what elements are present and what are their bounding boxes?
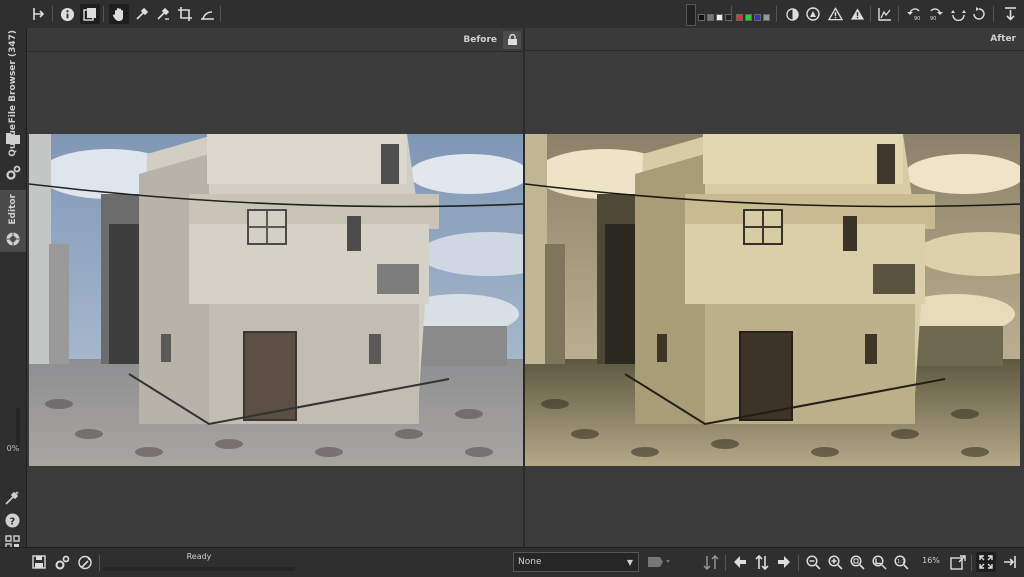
after-header: After [525,28,1024,51]
before-image [29,134,523,466]
preview-area: Before After [27,28,1024,547]
white-balance-picker-icon[interactable] [132,4,152,24]
profile-select-value: None [518,557,542,567]
rotate-right-icon[interactable]: 90 [926,4,946,24]
straighten-icon[interactable] [197,4,217,24]
green-channel-swatch[interactable] [745,14,752,21]
color-managed-icon[interactable] [803,4,823,24]
bg-white-swatch[interactable] [716,14,723,21]
highlight-clipping-icon[interactable] [847,4,867,24]
save-icon[interactable] [30,553,48,571]
gears-icon [5,165,21,184]
before-pane [27,52,523,547]
tab-queue[interactable]: Queue [0,124,26,184]
aperture-icon [6,231,20,250]
queue-add-icon[interactable] [53,553,71,571]
shadow-clipping-icon[interactable] [825,4,845,24]
flip-vertical-icon[interactable] [969,4,989,24]
luminance-swatch[interactable] [763,14,770,21]
info-icon[interactable] [57,4,77,24]
chevron-down-icon: ▼ [626,558,633,567]
color-picker-icon[interactable] [153,4,173,24]
bg-gray-swatch[interactable] [707,14,714,21]
sync-icon[interactable] [753,553,771,571]
histogram-icon[interactable] [875,4,895,24]
progress-percent: 0% [6,444,20,453]
tab-file-browser-label: File Browser (347) [8,30,18,124]
before-header: Before [27,28,523,52]
next-image-icon[interactable] [775,553,793,571]
zoom-fit-crop-icon[interactable] [870,553,888,571]
previous-image-icon[interactable] [731,553,749,571]
zoom-in-icon[interactable] [826,553,844,571]
hand-tool-icon[interactable] [109,4,129,24]
tab-editor-label: Editor [8,194,18,225]
before-label: Before [463,34,497,45]
zoom-fit-icon[interactable] [848,553,866,571]
left-tab-panel: File Browser (347) Queue Editor 0% ? [0,28,27,576]
bottom-toolbar: Ready None ▼ 1:1 16% [0,547,1024,577]
profile-select[interactable]: None ▼ [513,552,639,572]
hide-top-panel-icon[interactable] [1000,4,1020,24]
top-toolbar: 90 90 [0,0,1024,29]
after-label: After [990,34,1016,44]
zoom-level: 16% [922,556,940,565]
after-pane [525,52,1024,547]
svg-text:90: 90 [930,16,936,21]
focus-mask-icon[interactable] [782,4,802,24]
tab-editor[interactable]: Editor [0,190,26,252]
blue-channel-swatch[interactable] [754,14,761,21]
status-progress-bar [103,567,295,571]
compare-split-icon[interactable] [29,4,49,24]
hide-right-panel-icon[interactable] [1001,553,1019,571]
lock-icon[interactable] [503,30,521,49]
preferences-icon[interactable] [5,490,20,509]
bg-black-swatch[interactable] [698,14,705,21]
rotate-left-icon[interactable]: 90 [904,4,924,24]
flip-horizontal-icon[interactable] [948,4,968,24]
crop-icon[interactable] [175,4,195,24]
svg-text:1:1: 1:1 [897,559,905,565]
svg-text:?: ? [10,517,16,528]
edit-external-icon[interactable] [76,553,94,571]
sort-icon[interactable] [702,553,720,571]
after-image [525,134,1020,466]
zoom-out-icon[interactable] [804,553,822,571]
fullscreen-icon[interactable] [976,552,996,572]
status-text: Ready [186,552,212,561]
red-channel-swatch[interactable] [736,14,743,21]
before-after-icon[interactable] [80,4,100,24]
zoom-100-icon[interactable]: 1:1 [892,553,910,571]
indicator-swatch [686,4,696,26]
profile-apply-icon[interactable] [644,553,674,571]
tab-queue-label: Queue [8,124,18,157]
svg-text:90: 90 [914,16,920,21]
help-icon[interactable]: ? [5,513,20,532]
new-detail-window-icon[interactable] [949,553,967,571]
